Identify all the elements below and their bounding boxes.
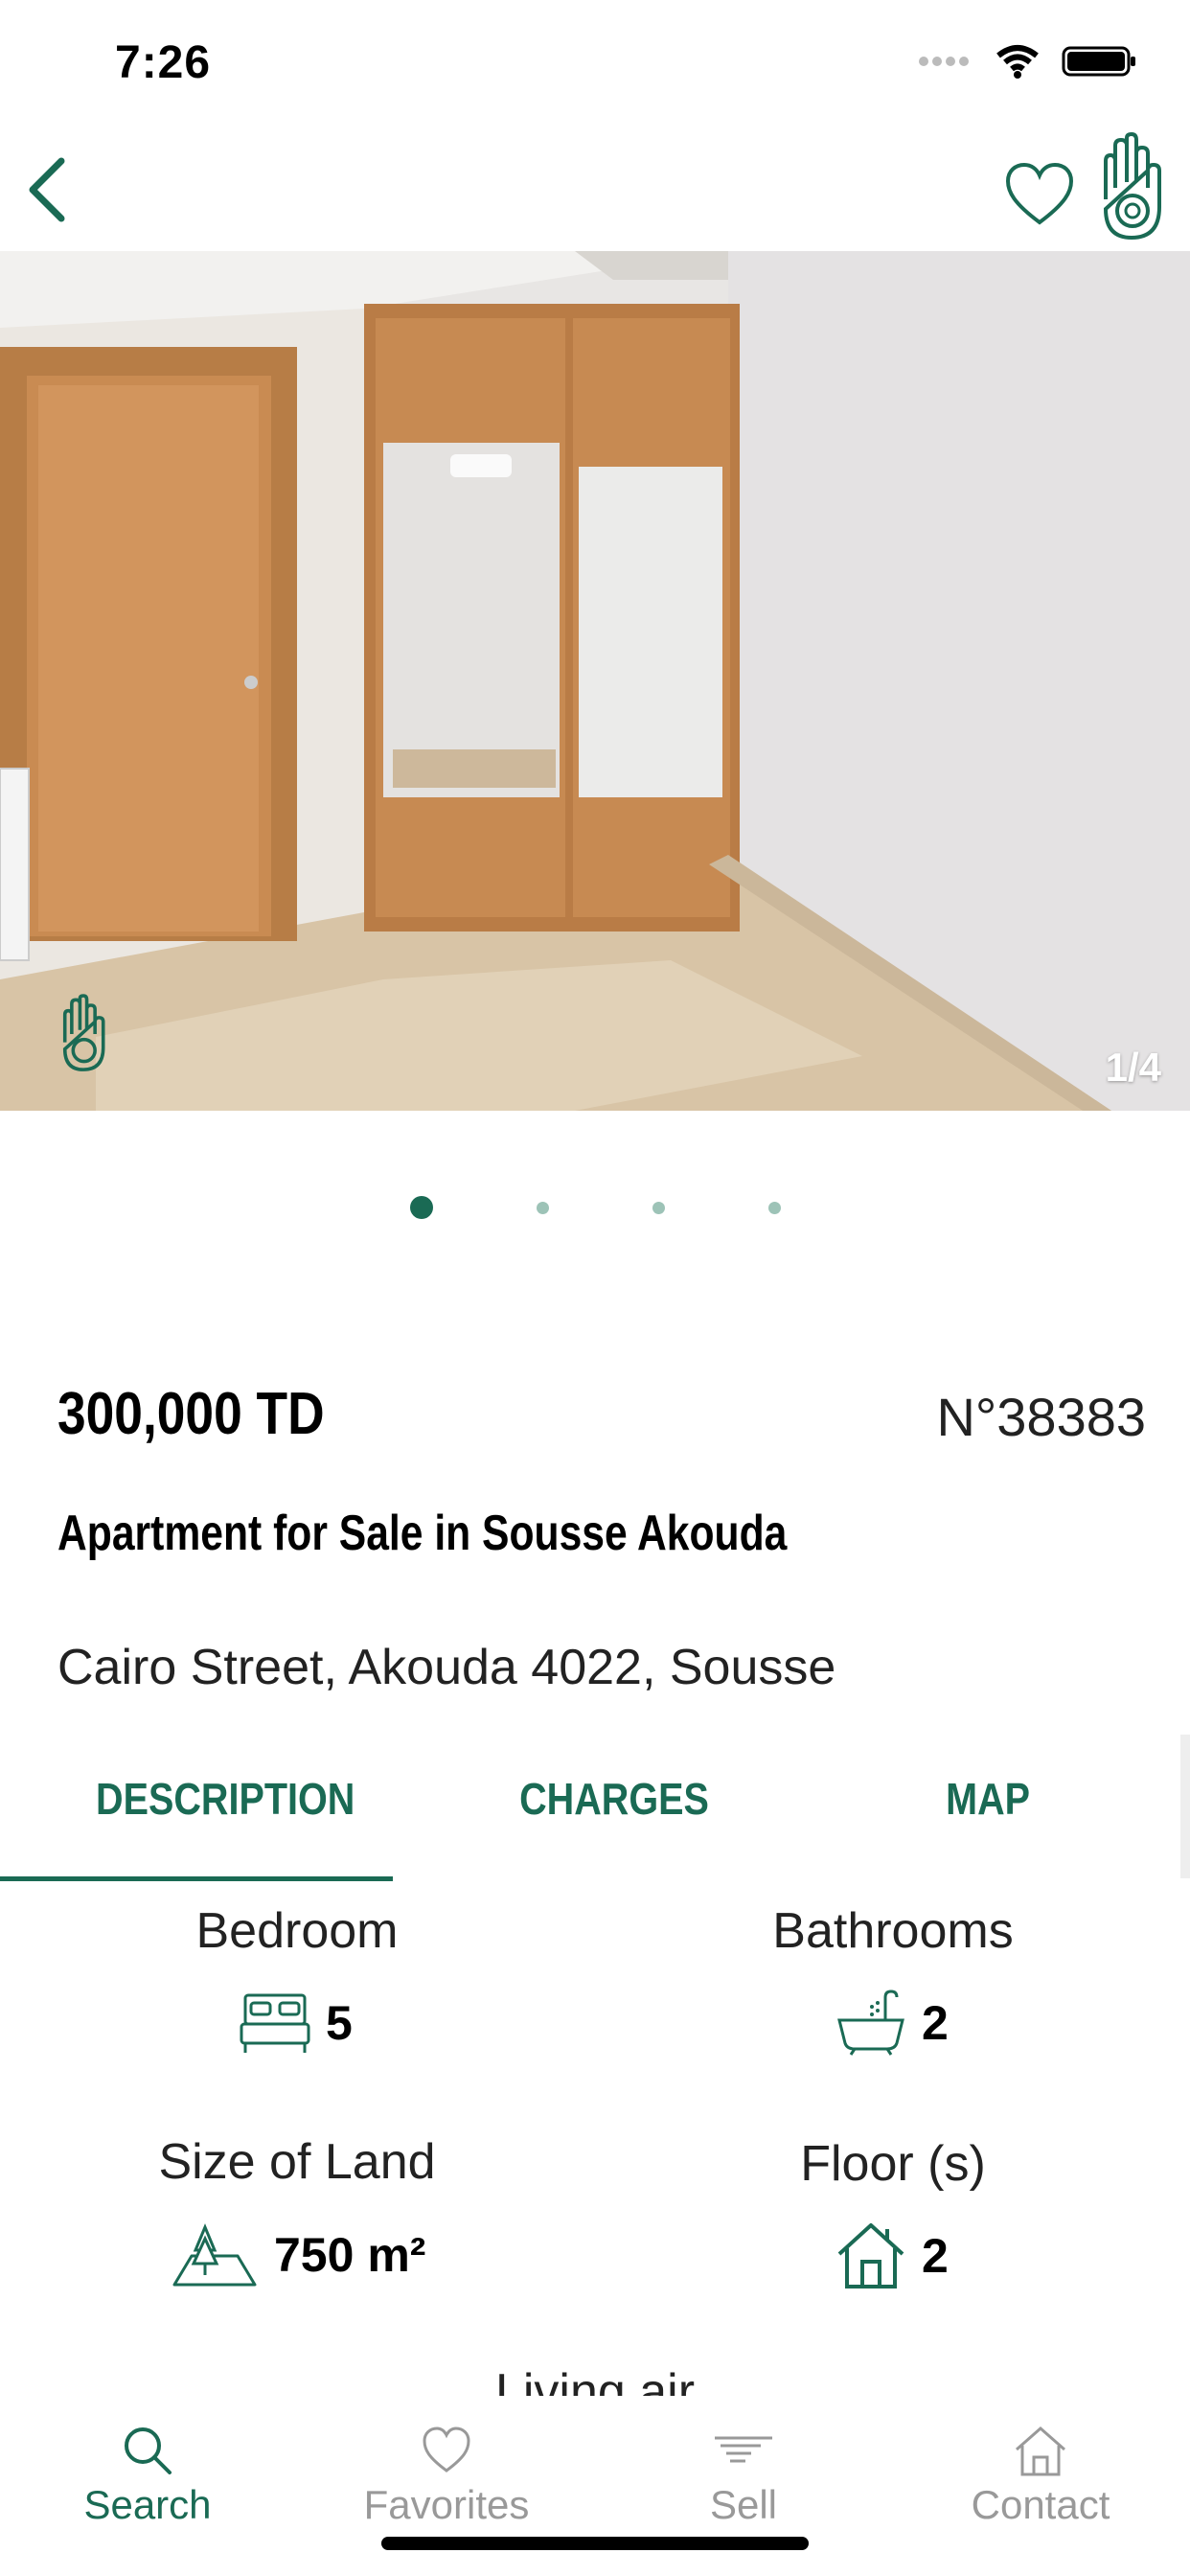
feature-floors: 2 xyxy=(835,2221,949,2290)
house-icon xyxy=(837,2223,904,2288)
feature-value-floors: 2 xyxy=(922,2229,949,2283)
feature-label-bathrooms: Bathrooms xyxy=(772,1903,1014,1959)
bathtub-icon xyxy=(837,1990,904,2056)
tabbar-contact-label: Contact xyxy=(971,2482,1110,2527)
brand-logo xyxy=(1098,131,1165,243)
listing-address: Cairo Street, Akouda 4022, Sousse xyxy=(57,1640,836,1695)
status-icons xyxy=(918,44,1138,83)
feature-value-land: 750 m² xyxy=(274,2228,426,2282)
scroll-edge xyxy=(1180,1735,1190,1878)
battery-icon xyxy=(1062,44,1138,83)
land-icon xyxy=(172,2223,257,2287)
listing-price: 300,000 TD xyxy=(57,1381,325,1447)
feature-value-bathrooms: 2 xyxy=(922,1996,949,2050)
tabbar-favorites-label: Favorites xyxy=(363,2482,530,2527)
feature-label-land: Size of Land xyxy=(158,2134,436,2190)
active-tab-indicator xyxy=(0,1876,393,1881)
favorite-button[interactable] xyxy=(1004,161,1075,228)
tab-description[interactable]: DESCRIPTION xyxy=(96,1773,355,1825)
hand-logo-icon xyxy=(1103,131,1161,241)
property-photo[interactable] xyxy=(0,251,1190,1111)
feature-bedroom: 5 xyxy=(240,1990,353,2057)
watermark-logo xyxy=(59,994,107,1079)
apartment-room-image xyxy=(0,251,1190,1111)
listing-title: Apartment for Sale in Sousse Akouda xyxy=(57,1506,788,1561)
tab-map[interactable]: MAP xyxy=(946,1773,1030,1825)
chevron-left-icon xyxy=(29,157,65,222)
wifi-icon xyxy=(995,44,1041,83)
feature-value-bedroom: 5 xyxy=(326,1996,353,2050)
tabbar-sell-label: Sell xyxy=(709,2482,778,2527)
pager-dot[interactable] xyxy=(409,1196,433,1219)
feature-bathrooms: 2 xyxy=(835,1990,949,2057)
heart-icon xyxy=(423,2426,470,2472)
feature-label-floors: Floor (s) xyxy=(800,2136,986,2192)
tabbar-search-label: Search xyxy=(83,2482,212,2527)
signal-icon xyxy=(918,55,973,73)
heart-icon xyxy=(1005,162,1074,225)
pager-dot[interactable] xyxy=(536,1202,549,1214)
tabbar-search[interactable]: Search xyxy=(42,2425,253,2528)
pager-dot[interactable] xyxy=(652,1202,665,1214)
pager-dot[interactable] xyxy=(767,1202,781,1214)
bed-icon xyxy=(240,1993,310,2053)
listing-reference: N°38383 xyxy=(936,1387,1146,1447)
tabbar-favorites[interactable]: Favorites xyxy=(341,2425,552,2528)
tabbar-contact[interactable]: Contact xyxy=(935,2425,1146,2528)
feature-label-bedroom: Bedroom xyxy=(195,1903,399,1959)
home-indicator[interactable] xyxy=(381,2537,809,2550)
feature-land: 750 m² xyxy=(171,2221,425,2288)
contact-home-icon xyxy=(1016,2426,1065,2476)
sell-icon xyxy=(715,2436,772,2463)
photo-pager[interactable] xyxy=(0,1196,1190,1219)
tab-charges[interactable]: CHARGES xyxy=(519,1773,709,1825)
hand-logo-icon xyxy=(62,994,105,1071)
status-time: 7:26 xyxy=(115,37,212,88)
photo-counter: 1/4 xyxy=(1105,1045,1161,1090)
back-button[interactable] xyxy=(19,153,77,230)
tabbar-sell[interactable]: Sell xyxy=(638,2425,849,2528)
search-icon xyxy=(125,2427,172,2474)
